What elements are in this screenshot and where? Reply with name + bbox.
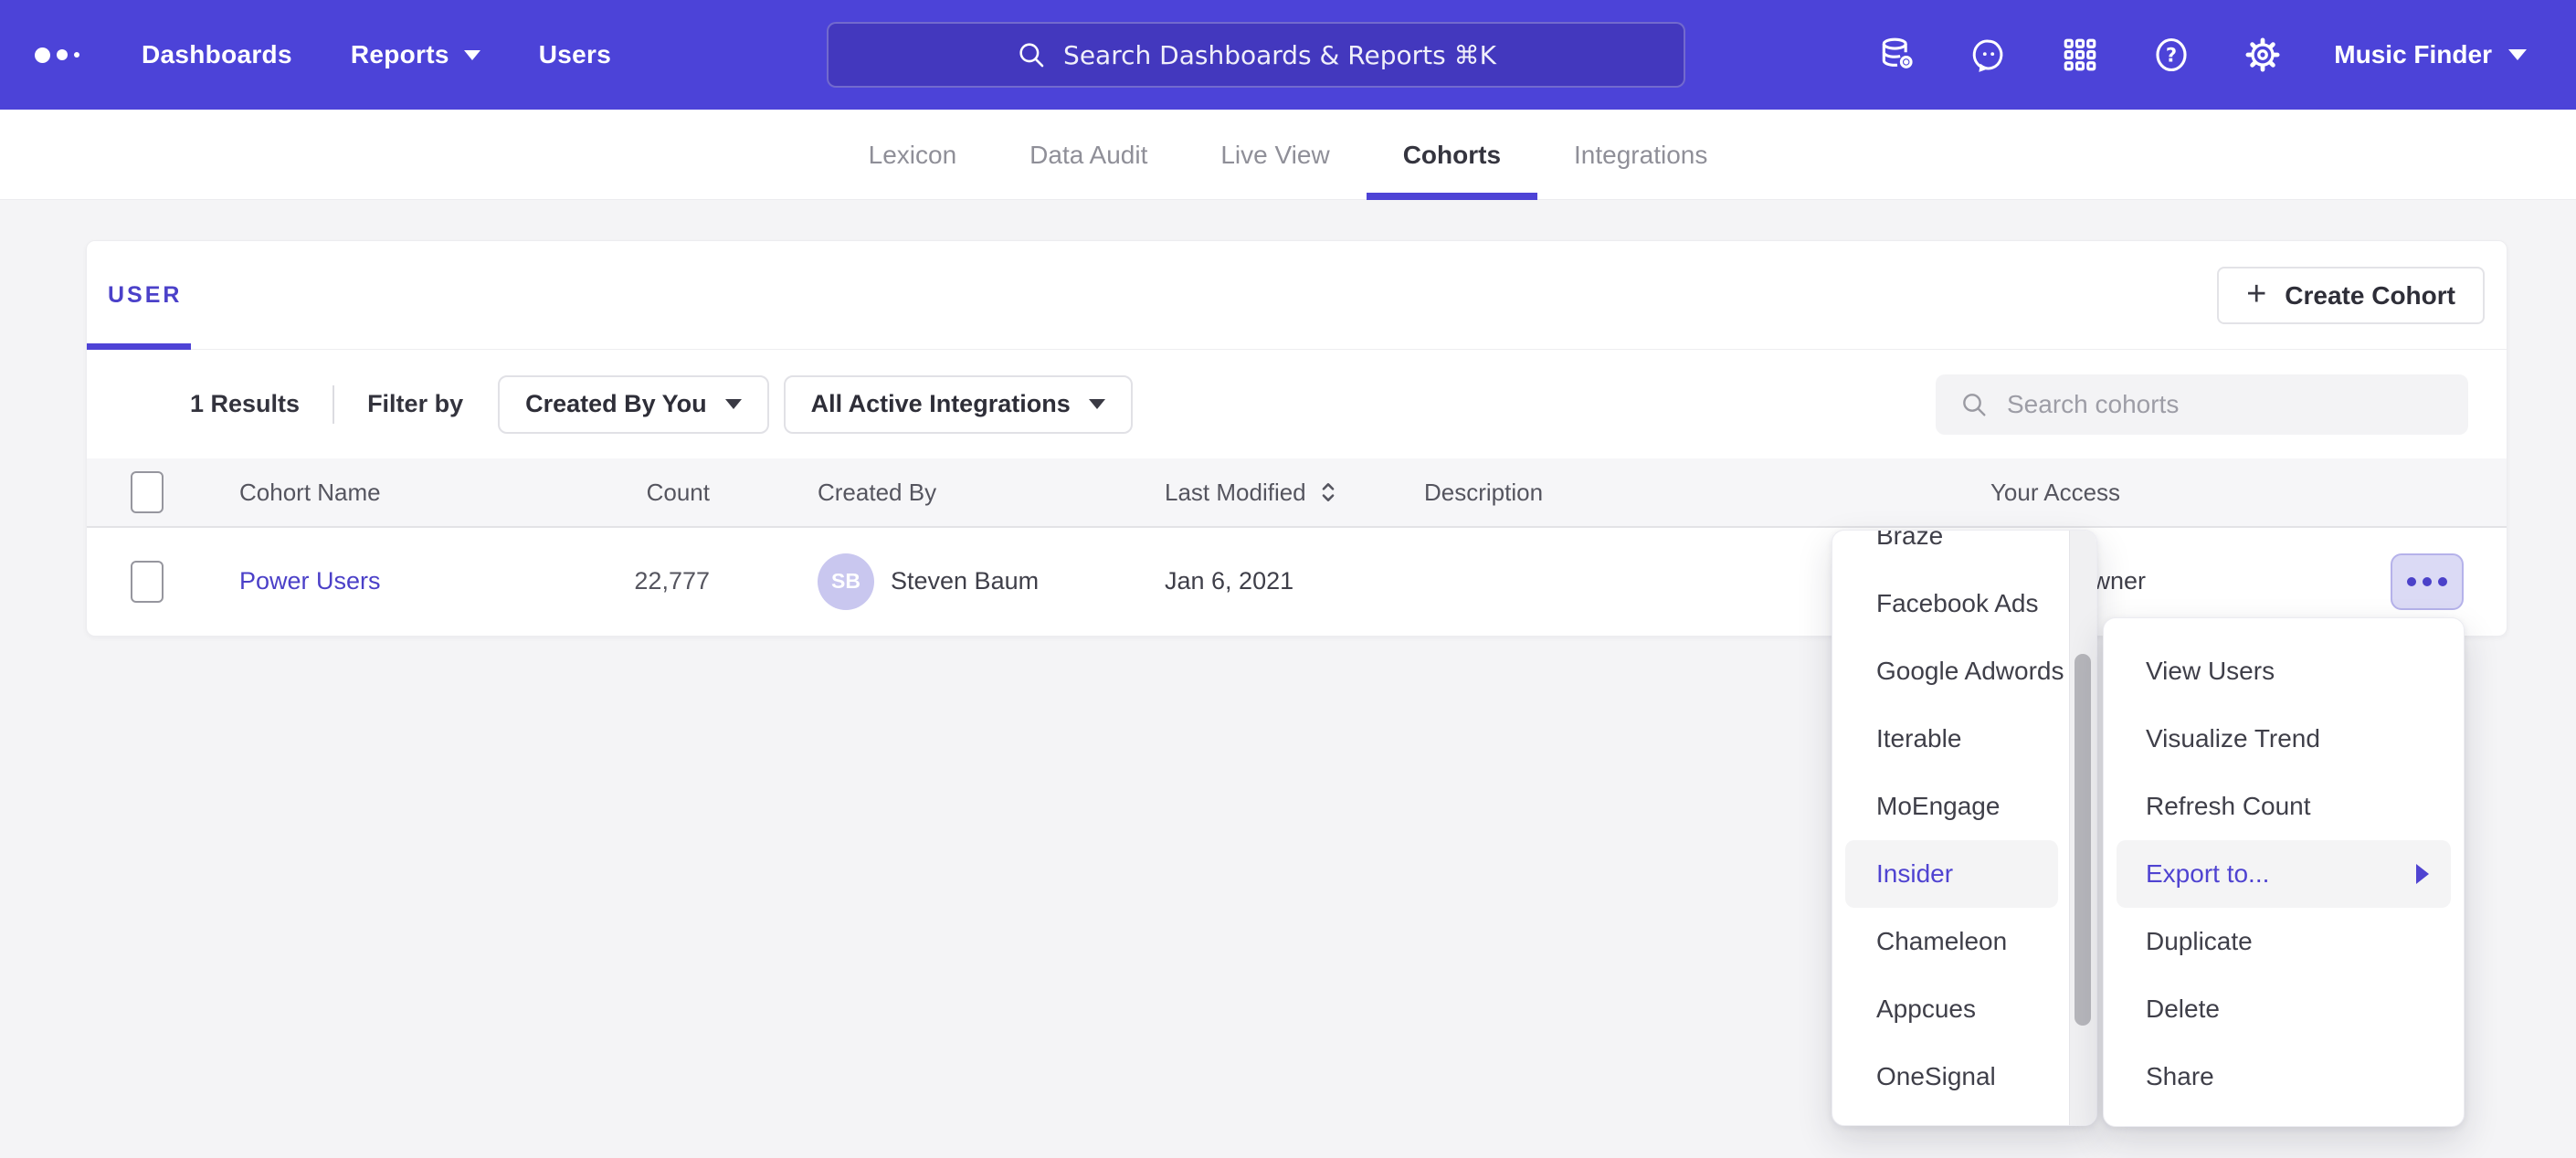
app-logo[interactable] <box>35 0 79 110</box>
chevron-down-icon <box>2508 49 2527 60</box>
create-cohort-button[interactable]: + Create Cohort <box>2217 267 2485 324</box>
menu-scrollbar-track[interactable] <box>2069 531 2096 1125</box>
tab-user-cohorts[interactable]: USER <box>108 241 182 350</box>
search-icon <box>1959 390 1989 419</box>
global-search-placeholder: Search Dashboards & Reports ⌘K <box>1063 40 1496 70</box>
nav-item-dashboards[interactable]: Dashboards <box>142 40 292 69</box>
last-modified-cell: Jan 6, 2021 <box>1101 567 1366 595</box>
chevron-down-icon <box>725 399 742 409</box>
menu-item-appcues[interactable]: Appcues <box>1832 975 2071 1043</box>
global-search-input[interactable]: Search Dashboards & Reports ⌘K <box>827 22 1685 88</box>
search-cohorts-input[interactable]: Search cohorts <box>1936 374 2468 435</box>
cohorts-card: USER + Create Cohort 1 Results Filter by… <box>86 240 2507 637</box>
menu-item-insider[interactable]: Insider <box>1845 840 2058 908</box>
chevron-down-icon <box>464 50 480 60</box>
svg-text:?: ? <box>2166 44 2177 67</box>
results-count: 1 Results <box>190 390 300 418</box>
apps-grid-icon[interactable] <box>2060 35 2100 75</box>
created-by-cell: SB Steven Baum <box>717 553 1101 610</box>
cohort-name-link[interactable]: Power Users <box>196 567 598 595</box>
menu-item-chameleon[interactable]: Chameleon <box>1832 908 2071 975</box>
tab-cohorts[interactable]: Cohorts <box>1367 110 1537 200</box>
column-description: Description <box>1366 479 1914 507</box>
menu-item-share[interactable]: Share <box>2104 1043 2464 1111</box>
top-nav: Dashboards Reports Users Search Dashboar… <box>0 0 2576 110</box>
project-name: Music Finder <box>2334 40 2492 69</box>
card-header: USER + Create Cohort <box>87 241 2507 350</box>
section-tabs: Lexicon Data Audit Live View Cohorts Int… <box>0 110 2576 200</box>
menu-item-facebook-ads[interactable]: Facebook Ads <box>1832 570 2071 637</box>
data-management-icon[interactable] <box>1877 35 1917 75</box>
nav-right: ? Music Finder <box>1877 0 2576 110</box>
menu-item-onesignal[interactable]: OneSignal <box>1832 1043 2071 1111</box>
settings-icon[interactable] <box>2243 35 2283 75</box>
nav-item-users[interactable]: Users <box>539 40 611 69</box>
menu-item-moengage[interactable]: MoEngage <box>1832 773 2071 840</box>
filter-row: 1 Results Filter by Created By You All A… <box>87 350 2507 458</box>
column-created-by: Created By <box>717 479 1101 507</box>
plus-icon: + <box>2246 277 2266 311</box>
menu-item-delete[interactable]: Delete <box>2104 975 2464 1043</box>
submenu-arrow-icon <box>2416 864 2429 884</box>
column-cohort-name: Cohort Name <box>196 479 598 507</box>
menu-item-duplicate[interactable]: Duplicate <box>2104 908 2464 975</box>
menu-scrollbar-thumb[interactable] <box>2075 654 2091 1026</box>
menu-item-iterable[interactable]: Iterable <box>1832 705 2071 773</box>
created-by-name: Steven Baum <box>891 567 1039 595</box>
divider <box>333 385 334 424</box>
filter-by-label: Filter by <box>367 390 463 418</box>
integrations-filter-dropdown[interactable]: All Active Integrations <box>784 375 1133 434</box>
nav-item-reports[interactable]: Reports <box>351 40 480 69</box>
export-integrations-menu: Braze Facebook Ads Google Adwords Iterab… <box>1832 530 2097 1126</box>
created-by-filter-dropdown[interactable]: Created By You <box>498 375 769 434</box>
project-switcher[interactable]: Music Finder <box>2334 40 2527 69</box>
tab-lexicon[interactable]: Lexicon <box>832 110 994 200</box>
active-tab-underline <box>87 343 191 350</box>
column-your-access: Your Access <box>1914 479 2197 507</box>
menu-item-visualize-trend[interactable]: Visualize Trend <box>2104 705 2464 773</box>
help-icon[interactable]: ? <box>2151 35 2191 75</box>
chevron-down-icon <box>1089 399 1105 409</box>
sort-icon <box>1317 480 1339 504</box>
row-checkbox[interactable] <box>131 561 164 603</box>
tab-data-audit[interactable]: Data Audit <box>993 110 1184 200</box>
column-last-modified[interactable]: Last Modified <box>1101 479 1366 507</box>
table-header-row: Cohort Name Count Created By Last Modifi… <box>87 458 2507 528</box>
search-icon <box>1016 39 1047 70</box>
feedback-icon[interactable] <box>1969 35 2009 75</box>
menu-item-google-adwords[interactable]: Google Adwords <box>1832 637 2071 705</box>
row-overflow-menu-button[interactable] <box>2391 553 2464 610</box>
search-cohorts-placeholder: Search cohorts <box>2007 390 2179 419</box>
tab-integrations[interactable]: Integrations <box>1537 110 1744 200</box>
nav-links: Dashboards Reports Users <box>142 0 611 110</box>
menu-item-refresh-count[interactable]: Refresh Count <box>2104 773 2464 840</box>
menu-item-export-to[interactable]: Export to... <box>2117 840 2451 908</box>
menu-item-view-users[interactable]: View Users <box>2104 637 2464 705</box>
row-actions-menu: View Users Visualize Trend Refresh Count… <box>2103 617 2465 1127</box>
tab-live-view[interactable]: Live View <box>1184 110 1366 200</box>
avatar: SB <box>818 553 874 610</box>
row-actions <box>2197 553 2507 610</box>
cohort-count: 22,777 <box>598 567 717 595</box>
menu-item-braze[interactable]: Braze <box>1832 530 2071 570</box>
select-all-checkbox[interactable] <box>131 471 164 513</box>
column-count: Count <box>598 479 717 507</box>
